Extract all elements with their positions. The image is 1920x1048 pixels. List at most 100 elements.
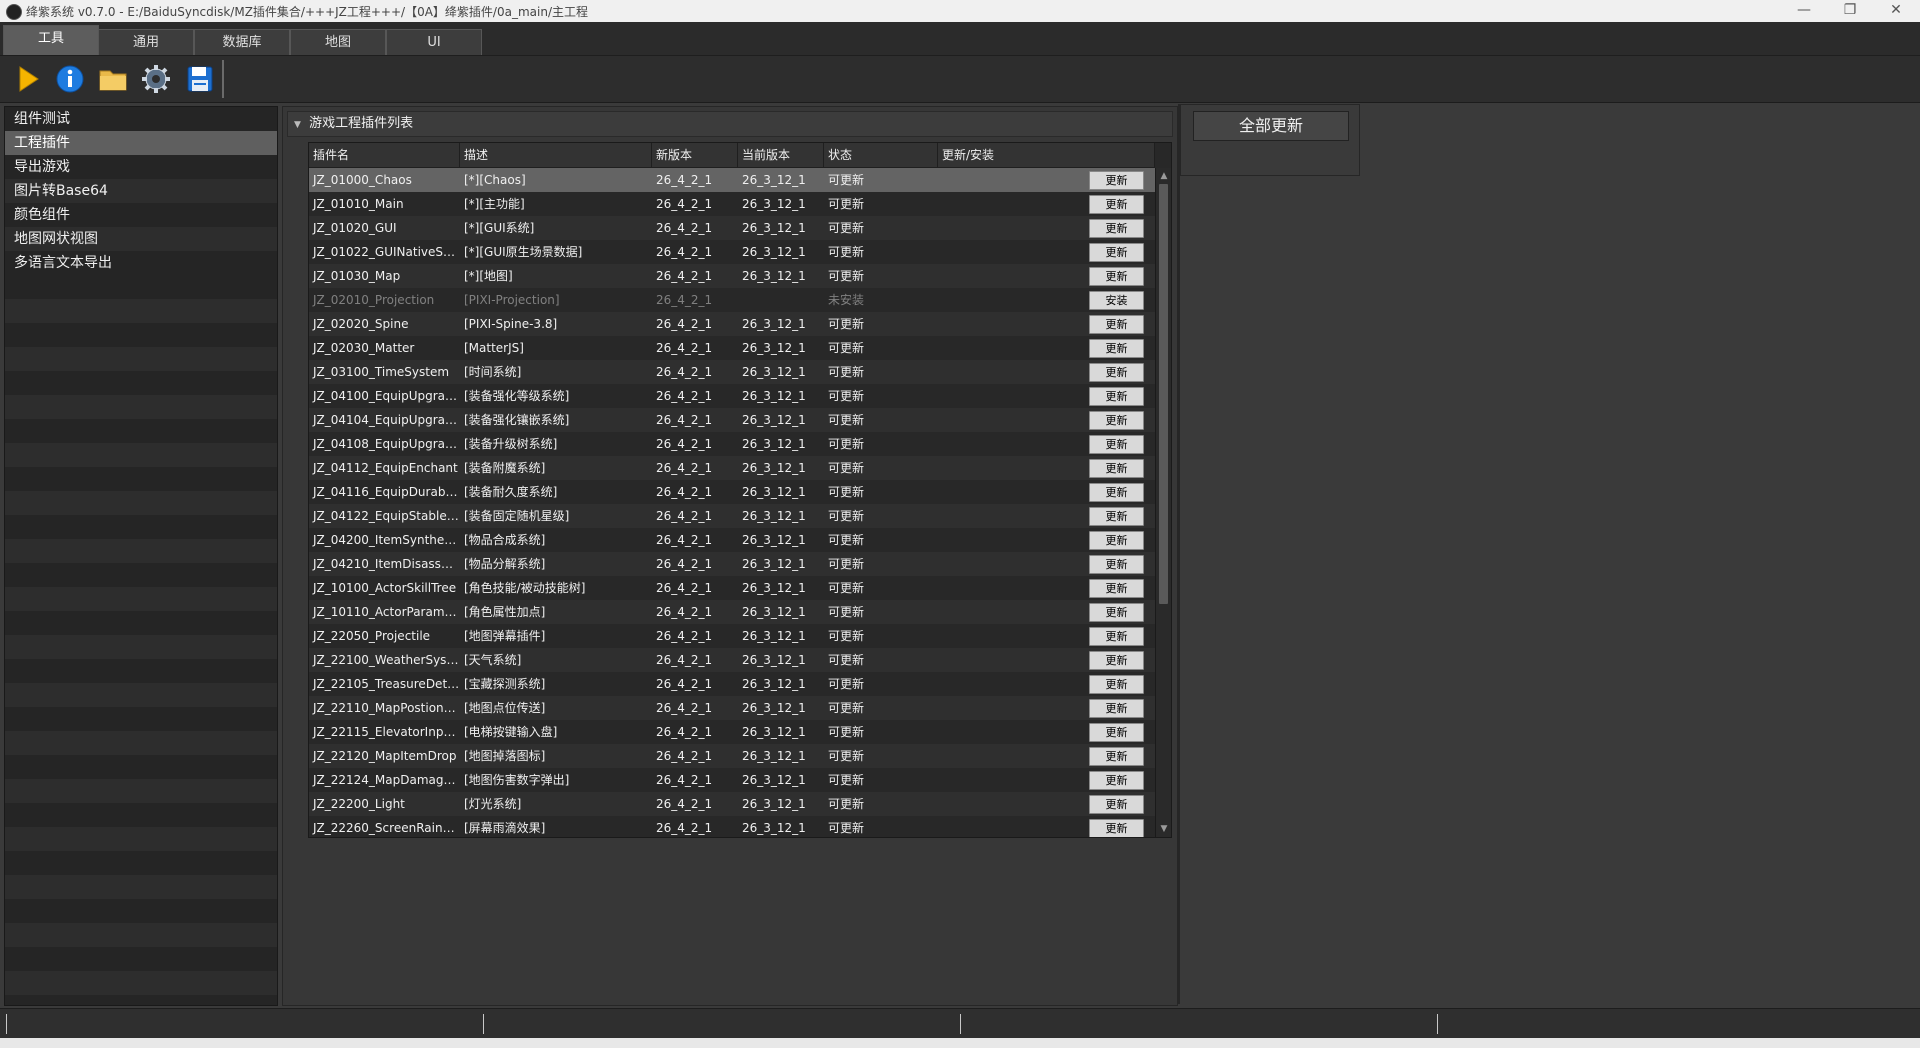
column-header-name[interactable]: 插件名 (309, 143, 460, 167)
table-row[interactable]: JZ_01030_Map [*][地图] 26_4_2_1 26_3_12_1 可更新 更… (309, 264, 1155, 288)
table-row[interactable]: JZ_01000_Chaos [*][Chaos] 26_4_2_1 26_3_12_… (309, 168, 1155, 192)
table-row[interactable]: JZ_01020_GUI [*][GUI系统] 26_4_2_1 26_3_12_1 可… (309, 216, 1155, 240)
cell-description: [屏幕雨滴效果] (464, 821, 546, 835)
save-icon[interactable] (183, 62, 217, 96)
folder-icon[interactable] (96, 62, 130, 96)
sidebar-item-image-to-base64[interactable]: 图片转Base64 (5, 179, 277, 203)
table-row[interactable]: JZ_02010_Projection [PIXI-Projection] 26_4… (309, 288, 1155, 312)
scroll-up-icon[interactable]: ▲ (1159, 170, 1169, 182)
table-row[interactable]: JZ_04108_EquipUpgradeTree [装备升级树系统] 26_4_2… (309, 432, 1155, 456)
update-button[interactable]: 更新 (1089, 747, 1144, 766)
update-button[interactable]: 更新 (1089, 195, 1144, 214)
play-icon[interactable] (10, 62, 44, 96)
column-header-desc[interactable]: 描述 (460, 143, 652, 167)
table-row[interactable]: JZ_04210_ItemDisassemble [物品分解系统] 26_4_2_1… (309, 552, 1155, 576)
table-row[interactable]: JZ_04116_EquipDurability [装备耐久度系统] 26_4_2_… (309, 480, 1155, 504)
update-button[interactable]: 更新 (1089, 411, 1144, 430)
table-row[interactable]: JZ_10100_ActorSkillTree [角色技能/被动技能树] 26_4_… (309, 576, 1155, 600)
update-button[interactable]: 更新 (1089, 603, 1144, 622)
cell-plugin-name: JZ_10110_ActorParamPoint (313, 605, 460, 619)
sidebar-item-component-test[interactable]: 组件测试 (5, 107, 277, 131)
install-button[interactable]: 安装 (1089, 291, 1144, 310)
cell-new-version: 26_4_2_1 (656, 485, 713, 499)
table-row[interactable]: JZ_22110_MapPostionTransfer [地图点位传送] 26_4_… (309, 696, 1155, 720)
sidebar-item-export-game[interactable]: 导出游戏 (5, 155, 277, 179)
update-button[interactable]: 更新 (1089, 651, 1144, 670)
update-button[interactable]: 更新 (1089, 171, 1144, 190)
table-row[interactable]: JZ_04112_EquipEnchant [装备附魔系统] 26_4_2_1 26_… (309, 456, 1155, 480)
update-button[interactable]: 更新 (1089, 483, 1144, 502)
cell-plugin-name: JZ_04116_EquipDurability (313, 485, 460, 499)
info-icon[interactable] (53, 62, 87, 96)
update-button[interactable]: 更新 (1089, 243, 1144, 262)
tab-general[interactable]: 通用 (98, 29, 194, 55)
table-row[interactable]: JZ_04100_EquipUpgradeLevel [装备强化等级系统] 26_4… (309, 384, 1155, 408)
update-button[interactable]: 更新 (1089, 387, 1144, 406)
sidebar-empty-area (5, 275, 277, 1005)
update-button[interactable]: 更新 (1089, 219, 1144, 238)
table-row[interactable]: JZ_04122_EquipStableStarLevel [装备固定随机星级] 2… (309, 504, 1155, 528)
column-header-status[interactable]: 状态 (824, 143, 938, 167)
cell-description: [装备附魔系统] (464, 461, 546, 475)
table-row[interactable]: JZ_22260_ScreenRaindropEffe... [屏幕雨滴效果] 26… (309, 816, 1155, 837)
table-row[interactable]: JZ_04104_EquipUpgradeSlot [装备强化镶嵌系统] 26_4_… (309, 408, 1155, 432)
cell-description: [*][主功能] (464, 197, 525, 211)
scrollbar-thumb[interactable] (1159, 184, 1168, 604)
update-button[interactable]: 更新 (1089, 315, 1144, 334)
update-button[interactable]: 更新 (1089, 819, 1144, 837)
minimize-button[interactable]: — (1782, 0, 1826, 22)
update-button[interactable]: 更新 (1089, 627, 1144, 646)
update-button[interactable]: 更新 (1089, 435, 1144, 454)
table-row[interactable]: JZ_04200_ItemSynthesis [物品合成系统] 26_4_2_1 26… (309, 528, 1155, 552)
table-row[interactable]: JZ_22100_WeatherSystem [天气系统] 26_4_2_1 26_3… (309, 648, 1155, 672)
cell-new-version: 26_4_2_1 (656, 269, 713, 283)
column-header-action[interactable]: 更新/安装 (938, 143, 1155, 167)
update-button[interactable]: 更新 (1089, 555, 1144, 574)
table-row[interactable]: JZ_22115_ElevatorInputPad [电梯按键输入盘] 26_4_2… (309, 720, 1155, 744)
table-row[interactable]: JZ_03100_TimeSystem [时间系统] 26_4_2_1 26_3_12… (309, 360, 1155, 384)
column-header-new-version[interactable]: 新版本 (652, 143, 738, 167)
table-row[interactable]: JZ_01010_Main [*][主功能] 26_4_2_1 26_3_12_1 可更… (309, 192, 1155, 216)
tab-ui[interactable]: UI (386, 29, 482, 55)
maximize-button[interactable]: ❐ (1828, 0, 1872, 22)
table-row[interactable]: JZ_22124_MapDamagePop [地图伤害数字弹出] 26_4_2_1 2… (309, 768, 1155, 792)
table-row[interactable]: JZ_01022_GUINativeScene [*][GUI原生场景数据] 26_… (309, 240, 1155, 264)
table-row[interactable]: JZ_22050_Projectile [地图弹幕插件] 26_4_2_1 26_3_… (309, 624, 1155, 648)
vertical-scrollbar[interactable]: ▲ ▼ (1155, 168, 1171, 837)
update-button[interactable]: 更新 (1089, 339, 1144, 358)
collapse-arrow-icon[interactable]: ▼ (294, 113, 301, 137)
update-button[interactable]: 更新 (1089, 507, 1144, 526)
section-header[interactable]: ▼ 游戏工程插件列表 (287, 111, 1173, 137)
tab-database[interactable]: 数据库 (194, 29, 290, 55)
table-row[interactable]: JZ_22105_TreasureDetector [宝藏探测系统] 26_4_2_… (309, 672, 1155, 696)
table-row[interactable]: JZ_10110_ActorParamPoint [角色属性加点] 26_4_2_1… (309, 600, 1155, 624)
cell-plugin-name: JZ_22105_TreasureDetector (313, 677, 460, 691)
sidebar-item-map-grid-view[interactable]: 地图网状视图 (5, 227, 277, 251)
sidebar-item-project-plugins[interactable]: 工程插件 (5, 131, 277, 155)
update-button[interactable]: 更新 (1089, 363, 1144, 382)
table-row[interactable]: JZ_02020_Spine [PIXI-Spine-3.8] 26_4_2_1 26… (309, 312, 1155, 336)
cell-description: [装备强化镶嵌系统] (464, 413, 570, 427)
close-button[interactable]: ✕ (1874, 0, 1918, 22)
sidebar-item-multilang-export[interactable]: 多语言文本导出 (5, 251, 277, 275)
sidebar-item-color-component[interactable]: 颜色组件 (5, 203, 277, 227)
column-header-current-version[interactable]: 当前版本 (738, 143, 824, 167)
table-row[interactable]: JZ_22120_MapItemDrop [地图掉落图标] 26_4_2_1 26_3… (309, 744, 1155, 768)
table-row[interactable]: JZ_22200_Light [灯光系统] 26_4_2_1 26_3_12_1 可更新… (309, 792, 1155, 816)
update-button[interactable]: 更新 (1089, 771, 1144, 790)
update-button[interactable]: 更新 (1089, 795, 1144, 814)
update-button[interactable]: 更新 (1089, 675, 1144, 694)
tab-map[interactable]: 地图 (290, 29, 386, 55)
tab-tools[interactable]: 工具 (3, 25, 99, 55)
update-all-button[interactable]: 全部更新 (1193, 111, 1349, 141)
cell-status: 可更新 (828, 461, 865, 475)
update-button[interactable]: 更新 (1089, 579, 1144, 598)
update-button[interactable]: 更新 (1089, 531, 1144, 550)
update-button[interactable]: 更新 (1089, 723, 1144, 742)
gear-icon[interactable] (139, 62, 173, 96)
update-button[interactable]: 更新 (1089, 459, 1144, 478)
table-row[interactable]: JZ_02030_Matter [MatterJS] 26_4_2_1 26_3_12… (309, 336, 1155, 360)
update-button[interactable]: 更新 (1089, 699, 1144, 718)
update-button[interactable]: 更新 (1089, 267, 1144, 286)
scroll-down-icon[interactable]: ▼ (1159, 823, 1169, 835)
